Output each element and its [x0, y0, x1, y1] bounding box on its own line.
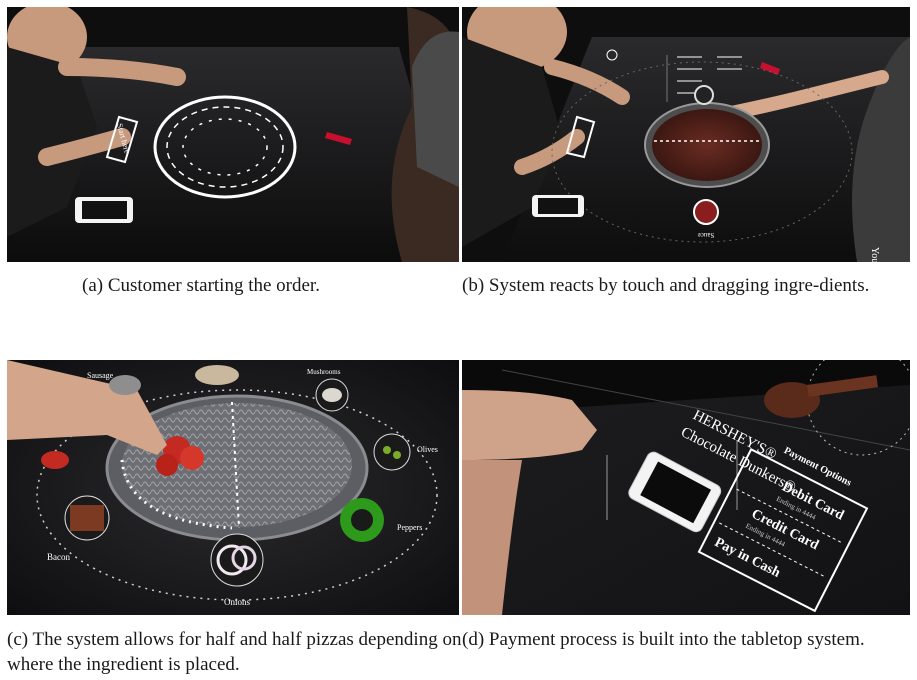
sauce-layer [652, 109, 762, 181]
figure-b-photo: Sauce You [462, 7, 910, 262]
figure-c-photo: Sausage Mushrooms Olives Peppers Onions [7, 360, 459, 615]
figure-d-photo: HERSHEY'S® Chocolate Dunkers® Payment Op… [462, 360, 910, 615]
caption-b: (b) System reacts by touch and dragging … [462, 275, 870, 296]
caption-a: (a) Customer starting the order. [82, 275, 320, 296]
ingredient-chicken[interactable] [195, 365, 239, 385]
ingredient-pepperoni[interactable] [41, 451, 69, 469]
caption-c: (c) The system allows for half and half … [7, 629, 462, 675]
caption-d: (d) Payment process is built into the ta… [462, 629, 865, 650]
you-label: You [869, 247, 880, 262]
figure-b-scene: Sauce You [462, 7, 910, 262]
svg-text:Peppers: Peppers [397, 523, 422, 532]
svg-text:Bacon: Bacon [47, 552, 70, 562]
sauce-label: Sauce [698, 231, 715, 239]
svg-text:Mushrooms: Mushrooms [307, 368, 341, 376]
sauce-bowl-button[interactable] [693, 199, 719, 225]
figure-a-photo: Start here [7, 7, 459, 262]
svg-text:Sausage: Sausage [87, 371, 114, 380]
figure-d-scene: HERSHEY'S® Chocolate Dunkers® Payment Op… [462, 360, 910, 615]
sauce-dial-icon[interactable] [694, 85, 714, 105]
svg-text:Olives: Olives [417, 445, 438, 454]
figure-a-scene: Start here [7, 7, 459, 262]
figure-c-scene: Sausage Mushrooms Olives Peppers Onions [7, 360, 459, 615]
svg-text:Onions: Onions [224, 597, 251, 607]
